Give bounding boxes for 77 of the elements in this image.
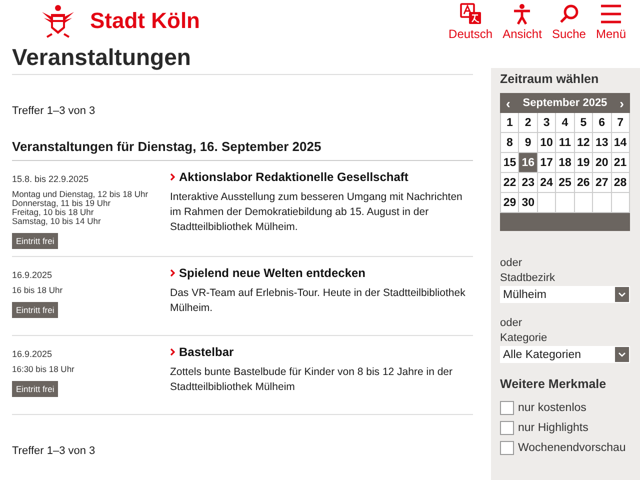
calendar-day[interactable]: 1: [501, 113, 520, 133]
filter-label: Stadtbezirk: [500, 272, 556, 284]
calendar-day[interactable]: 20: [593, 153, 612, 173]
search-nav-button[interactable]: Suche: [552, 3, 586, 41]
features-heading: Weitere Merkmale: [500, 377, 608, 391]
language-nav-button[interactable]: Deutsch: [448, 3, 493, 41]
or-label: oder: [500, 257, 524, 269]
calendar-day[interactable]: 15: [501, 153, 520, 173]
event-times: 16:30 bis 18 Uhr: [12, 365, 76, 374]
calendar-day[interactable]: 7: [612, 113, 630, 133]
calendar-day[interactable]: 13: [593, 133, 612, 153]
feature-checkbox[interactable]: Wochenendvorschau: [500, 441, 630, 455]
calendar-day[interactable]: 16: [519, 153, 538, 173]
calendar-day[interactable]: 9: [519, 133, 538, 153]
feature-checkbox[interactable]: nur kostenlos: [500, 401, 630, 415]
page-title: Veranstaltungen: [12, 44, 473, 75]
calendar-day[interactable]: 10: [538, 133, 556, 153]
event-title-link[interactable]: Spielend neue Welten entdecken: [170, 266, 473, 280]
calendar-day[interactable]: 25: [556, 173, 575, 193]
calendar-day[interactable]: 2: [519, 113, 538, 133]
free-entry-badge: Eintritt frei: [12, 233, 58, 249]
results-count: Treffer 1–3 von 3: [12, 445, 96, 457]
calendar-day[interactable]: 14: [612, 133, 630, 153]
results-count: Treffer 1–3 von 3: [12, 105, 96, 117]
event-times: Montag und Dienstag, 12 bis 18 Uhr Donnerstag, 11 bis 19 Uhr Freitag, 10 bis 18 Uhr Samstag, 10 bis 14 Uhr: [12, 190, 150, 226]
chevron-right-icon: [170, 173, 175, 181]
calendar-day[interactable]: 21: [612, 153, 630, 173]
event-title-link[interactable]: Aktionslabor Redaktionelle Gesellschaft: [170, 170, 473, 184]
calendar-day[interactable]: 27: [593, 173, 612, 193]
free-entry-badge: Eintritt frei: [12, 381, 58, 397]
event-description: Interaktive Ausstellung zum besseren Umgang mit Nachrichten im Rahmen der Demokratiebildung ab 15. August in der Stadtteilbibliothek Mülheim.: [170, 190, 464, 235]
event-description: Zottels bunte Bastelbude für Kinder von 8 bis 12 Jahre in der Stadtteilbibliothek Mülheim: [170, 365, 454, 395]
calendar-day[interactable]: 23: [519, 173, 538, 193]
calendar-day[interactable]: 4: [556, 113, 575, 133]
free-entry-badge: Eintritt frei: [12, 302, 58, 318]
calendar-day[interactable]: 22: [501, 173, 520, 193]
calendar-day[interactable]: 24: [538, 173, 556, 193]
feature-checkbox[interactable]: nur Highlights: [500, 421, 630, 435]
event-date: 15.8. bis 22.9.2025: [12, 174, 90, 184]
calendar-day[interactable]: 5: [574, 113, 594, 133]
event-title-link[interactable]: Bastelbar: [170, 345, 473, 359]
calendar-day[interactable]: 8: [501, 133, 520, 153]
filter-label: Kategorie: [500, 332, 548, 344]
translate-icon: [460, 3, 482, 25]
event-date: 16.9.2025: [12, 349, 54, 359]
coat-of-arms-logo: [40, 4, 76, 38]
view-nav-button[interactable]: Ansicht: [502, 3, 542, 41]
or-label: oder: [500, 317, 524, 329]
menu-nav-button[interactable]: Menü: [596, 3, 626, 41]
calendar-day[interactable]: 29: [501, 193, 520, 213]
calendar-day[interactable]: 26: [574, 173, 594, 193]
city-logo-text[interactable]: Stadt Köln: [90, 8, 200, 34]
caret-icon: [618, 292, 626, 298]
event-times: 16 bis 18 Uhr: [12, 286, 64, 295]
day-heading: Veranstaltungen für Dienstag, 16. September 2025: [12, 139, 473, 161]
chevron-right-icon: [170, 348, 175, 356]
event-date: 16.9.2025: [12, 270, 54, 280]
period-heading: Zeitraum wählen: [500, 72, 600, 86]
calendar-day[interactable]: 30: [519, 193, 538, 213]
calendar-day[interactable]: 6: [593, 113, 612, 133]
next-month-button[interactable]: ›: [620, 96, 624, 110]
calendar-day[interactable]: 18: [556, 153, 575, 173]
calendar-day[interactable]: 12: [574, 133, 594, 153]
chevron-right-icon: [170, 269, 175, 277]
calendar-day[interactable]: 3: [538, 113, 556, 133]
calendar-day[interactable]: 28: [612, 173, 630, 193]
previous-month-button[interactable]: ‹: [506, 96, 510, 110]
filter-select[interactable]: Mülheim: [500, 286, 630, 303]
event-description: Das VR-Team auf Erlebnis-Tour. Heute in der Stadtteilbibliothek Mülheim.: [170, 286, 466, 316]
filter-select[interactable]: Alle Kategorien: [500, 346, 630, 363]
search-icon: [558, 3, 580, 25]
calendar-day[interactable]: 17: [538, 153, 556, 173]
calendar-day[interactable]: 19: [574, 153, 594, 173]
caret-icon: [618, 352, 626, 358]
menu-icon: [600, 3, 622, 25]
month-label: September 2025: [522, 97, 608, 109]
calendar-day[interactable]: 11: [556, 133, 575, 153]
